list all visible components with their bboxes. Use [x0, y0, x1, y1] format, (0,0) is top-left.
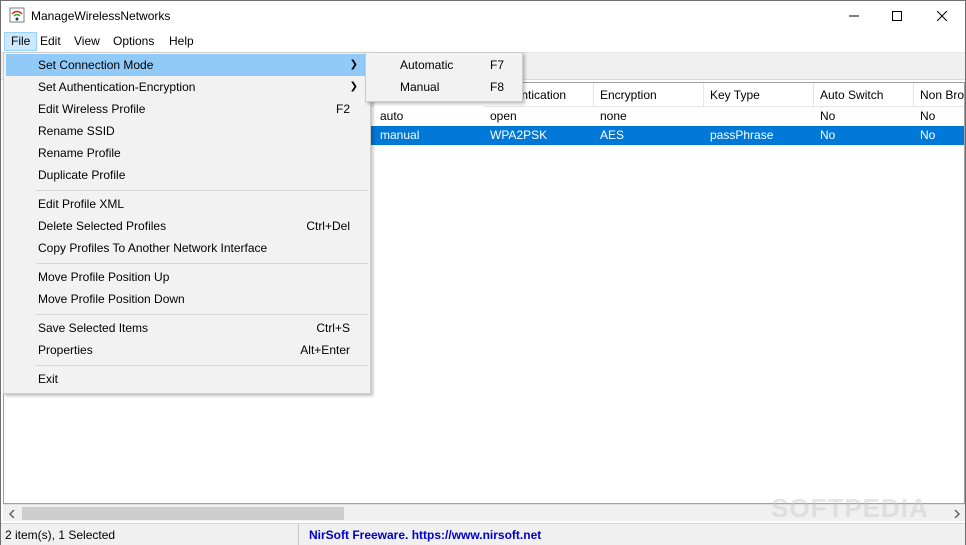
- menu-item-label: Rename SSID: [38, 124, 115, 138]
- minimize-button[interactable]: [831, 1, 877, 31]
- menu-item-rename-profile[interactable]: Rename Profile: [6, 142, 368, 164]
- menu-separator: [36, 314, 368, 315]
- column-header-key-type[interactable]: Key Type: [704, 83, 814, 107]
- menu-item-label: Duplicate Profile: [38, 168, 126, 182]
- menu-item-shortcut: Alt+Enter: [300, 343, 350, 357]
- menu-item-label: Edit Wireless Profile: [38, 102, 146, 116]
- cell-authentication: open: [490, 109, 517, 123]
- cell-authentication: WPA2PSK: [490, 128, 548, 142]
- menu-item-shortcut: Ctrl+Del: [306, 219, 350, 233]
- menu-separator: [36, 263, 368, 264]
- maximize-button[interactable]: [874, 1, 920, 31]
- cell-non-broadcast: No: [920, 128, 936, 142]
- status-bar: 2 item(s), 1 Selected NirSoft Freeware. …: [1, 523, 965, 545]
- menu-item-label: Set Connection Mode: [38, 58, 154, 72]
- submenu-item-automatic[interactable]: Automatic F7: [368, 54, 520, 76]
- menu-help[interactable]: Help: [163, 32, 200, 51]
- submenu-arrow-icon: ❯: [349, 59, 358, 70]
- menu-item-save-selected[interactable]: Save Selected Items Ctrl+S: [6, 317, 368, 339]
- menu-item-label: Exit: [38, 372, 59, 386]
- menu-file[interactable]: File: [4, 32, 38, 51]
- menu-item-label: Set Authentication-Encryption: [38, 80, 196, 94]
- column-header-non-broadcast[interactable]: Non Broa: [914, 83, 964, 107]
- cell-key-type: [704, 107, 814, 126]
- menu-item-label: Save Selected Items: [38, 321, 149, 335]
- cell-non-broadcast: No: [920, 109, 936, 123]
- menu-item-properties[interactable]: Properties Alt+Enter: [6, 339, 368, 361]
- status-item-count: 2 item(s), 1 Selected: [1, 524, 299, 545]
- menu-item-label: Delete Selected Profiles: [38, 219, 167, 233]
- menu-item-label: Rename Profile: [38, 146, 121, 160]
- submenu-arrow-icon: ❯: [349, 81, 358, 92]
- menu-item-edit-profile-xml[interactable]: Edit Profile XML: [6, 193, 368, 215]
- scroll-right-arrow-icon[interactable]: [948, 505, 965, 522]
- title-bar: ManageWirelessNetworks: [1, 1, 965, 31]
- menu-item-move-up[interactable]: Move Profile Position Up: [6, 266, 368, 288]
- scroll-left-arrow-icon[interactable]: [3, 505, 20, 522]
- status-nirsoft-link[interactable]: NirSoft Freeware. https://www.nirsoft.ne…: [301, 524, 965, 545]
- submenu-item-label: Automatic: [400, 58, 454, 72]
- menu-edit[interactable]: Edit: [34, 32, 67, 51]
- cell-connection-mode: manual: [380, 128, 420, 142]
- window-title: ManageWirelessNetworks: [31, 9, 171, 23]
- file-menu-dropdown: Set Connection Mode ❯ Set Authentication…: [3, 52, 371, 394]
- submenu-item-shortcut: F7: [490, 58, 505, 72]
- menu-item-move-down[interactable]: Move Profile Position Down: [6, 288, 368, 310]
- menu-view[interactable]: View: [68, 32, 106, 51]
- cell-auto-switch: No: [820, 109, 836, 123]
- column-header-encryption[interactable]: Encryption: [594, 83, 704, 107]
- connection-mode-submenu: Automatic F7 Manual F8: [365, 52, 523, 102]
- menu-item-edit-wireless-profile[interactable]: Edit Wireless Profile F2: [6, 98, 368, 120]
- menu-item-label: Move Profile Position Down: [38, 292, 185, 306]
- menu-separator: [36, 190, 368, 191]
- softpedia-watermark: SOFTPEDIA: [771, 493, 929, 523]
- app-window: ManageWirelessNetworks File Edit View Op…: [0, 0, 966, 545]
- cell-connection-mode: auto: [380, 109, 404, 123]
- menu-item-label: Copy Profiles To Another Network Interfa…: [38, 241, 268, 255]
- menu-options[interactable]: Options: [107, 32, 160, 51]
- scrollbar-thumb[interactable]: [22, 507, 344, 520]
- menu-item-label: Properties: [38, 343, 93, 357]
- submenu-item-label: Manual: [400, 80, 440, 94]
- menu-item-rename-ssid[interactable]: Rename SSID: [6, 120, 368, 142]
- menu-bar: File Edit View Options Help: [1, 31, 965, 52]
- cell-key-type: passPhrase: [710, 128, 774, 142]
- menu-item-delete-selected[interactable]: Delete Selected Profiles Ctrl+Del: [6, 215, 368, 237]
- close-button[interactable]: [919, 1, 965, 31]
- menu-item-set-connection-mode[interactable]: Set Connection Mode ❯: [6, 54, 368, 76]
- menu-separator: [36, 365, 368, 366]
- menu-item-label: Move Profile Position Up: [38, 270, 170, 284]
- menu-item-set-auth-enc[interactable]: Set Authentication-Encryption ❯: [6, 76, 368, 98]
- menu-item-copy-profiles[interactable]: Copy Profiles To Another Network Interfa…: [6, 237, 368, 259]
- cell-encryption: AES: [600, 128, 625, 142]
- app-wifi-icon: [9, 7, 25, 23]
- menu-item-shortcut: Ctrl+S: [316, 321, 350, 335]
- submenu-item-shortcut: F8: [490, 80, 505, 94]
- menu-item-label: Edit Profile XML: [38, 197, 125, 211]
- cell-encryption: none: [600, 109, 627, 123]
- submenu-item-manual[interactable]: Manual F8: [368, 76, 520, 98]
- menu-item-exit[interactable]: Exit: [6, 368, 368, 390]
- menu-item-duplicate-profile[interactable]: Duplicate Profile: [6, 164, 368, 186]
- menu-item-shortcut: F2: [335, 102, 350, 116]
- cell-auto-switch: No: [820, 128, 836, 142]
- column-header-auto-switch[interactable]: Auto Switch: [814, 83, 914, 107]
